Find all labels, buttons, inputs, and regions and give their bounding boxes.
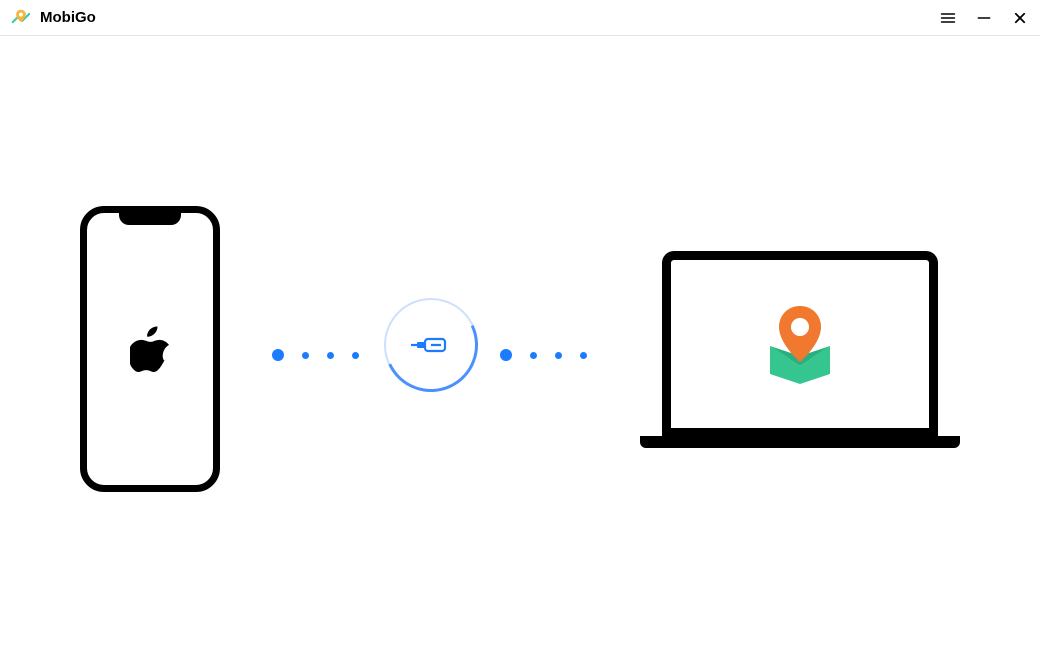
- app-title: MobiGo: [40, 9, 96, 26]
- dot-icon: [580, 352, 587, 359]
- dot-icon: [555, 352, 562, 359]
- minimize-icon[interactable]: [974, 8, 994, 28]
- titlebar: MobiGo: [0, 0, 1040, 36]
- phone-frame: [80, 206, 220, 492]
- dot-icon: [352, 352, 359, 359]
- connection-dots-right: [500, 349, 587, 361]
- laptop-base: [640, 436, 960, 448]
- dot-icon: [500, 349, 512, 361]
- laptop-screen: [662, 251, 938, 437]
- laptop-device-icon: [640, 251, 960, 451]
- apple-logo-icon: [130, 325, 170, 373]
- connection-dots-left: [272, 349, 359, 361]
- window-controls: [938, 8, 1030, 28]
- iphone-device-icon: [80, 206, 220, 492]
- dot-icon: [302, 352, 309, 359]
- dot-icon: [530, 352, 537, 359]
- titlebar-brand: MobiGo: [10, 7, 96, 29]
- usb-plug-icon: [384, 298, 478, 392]
- dot-icon: [272, 349, 284, 361]
- close-icon[interactable]: [1010, 8, 1030, 28]
- map-pin-location-icon: [765, 304, 835, 384]
- connection-illustration: [0, 36, 1040, 660]
- mobigo-logo-icon: [10, 7, 32, 29]
- plug-glyph-icon: [411, 335, 451, 355]
- dot-icon: [327, 352, 334, 359]
- phone-notch: [119, 211, 181, 225]
- hamburger-menu-icon[interactable]: [938, 8, 958, 28]
